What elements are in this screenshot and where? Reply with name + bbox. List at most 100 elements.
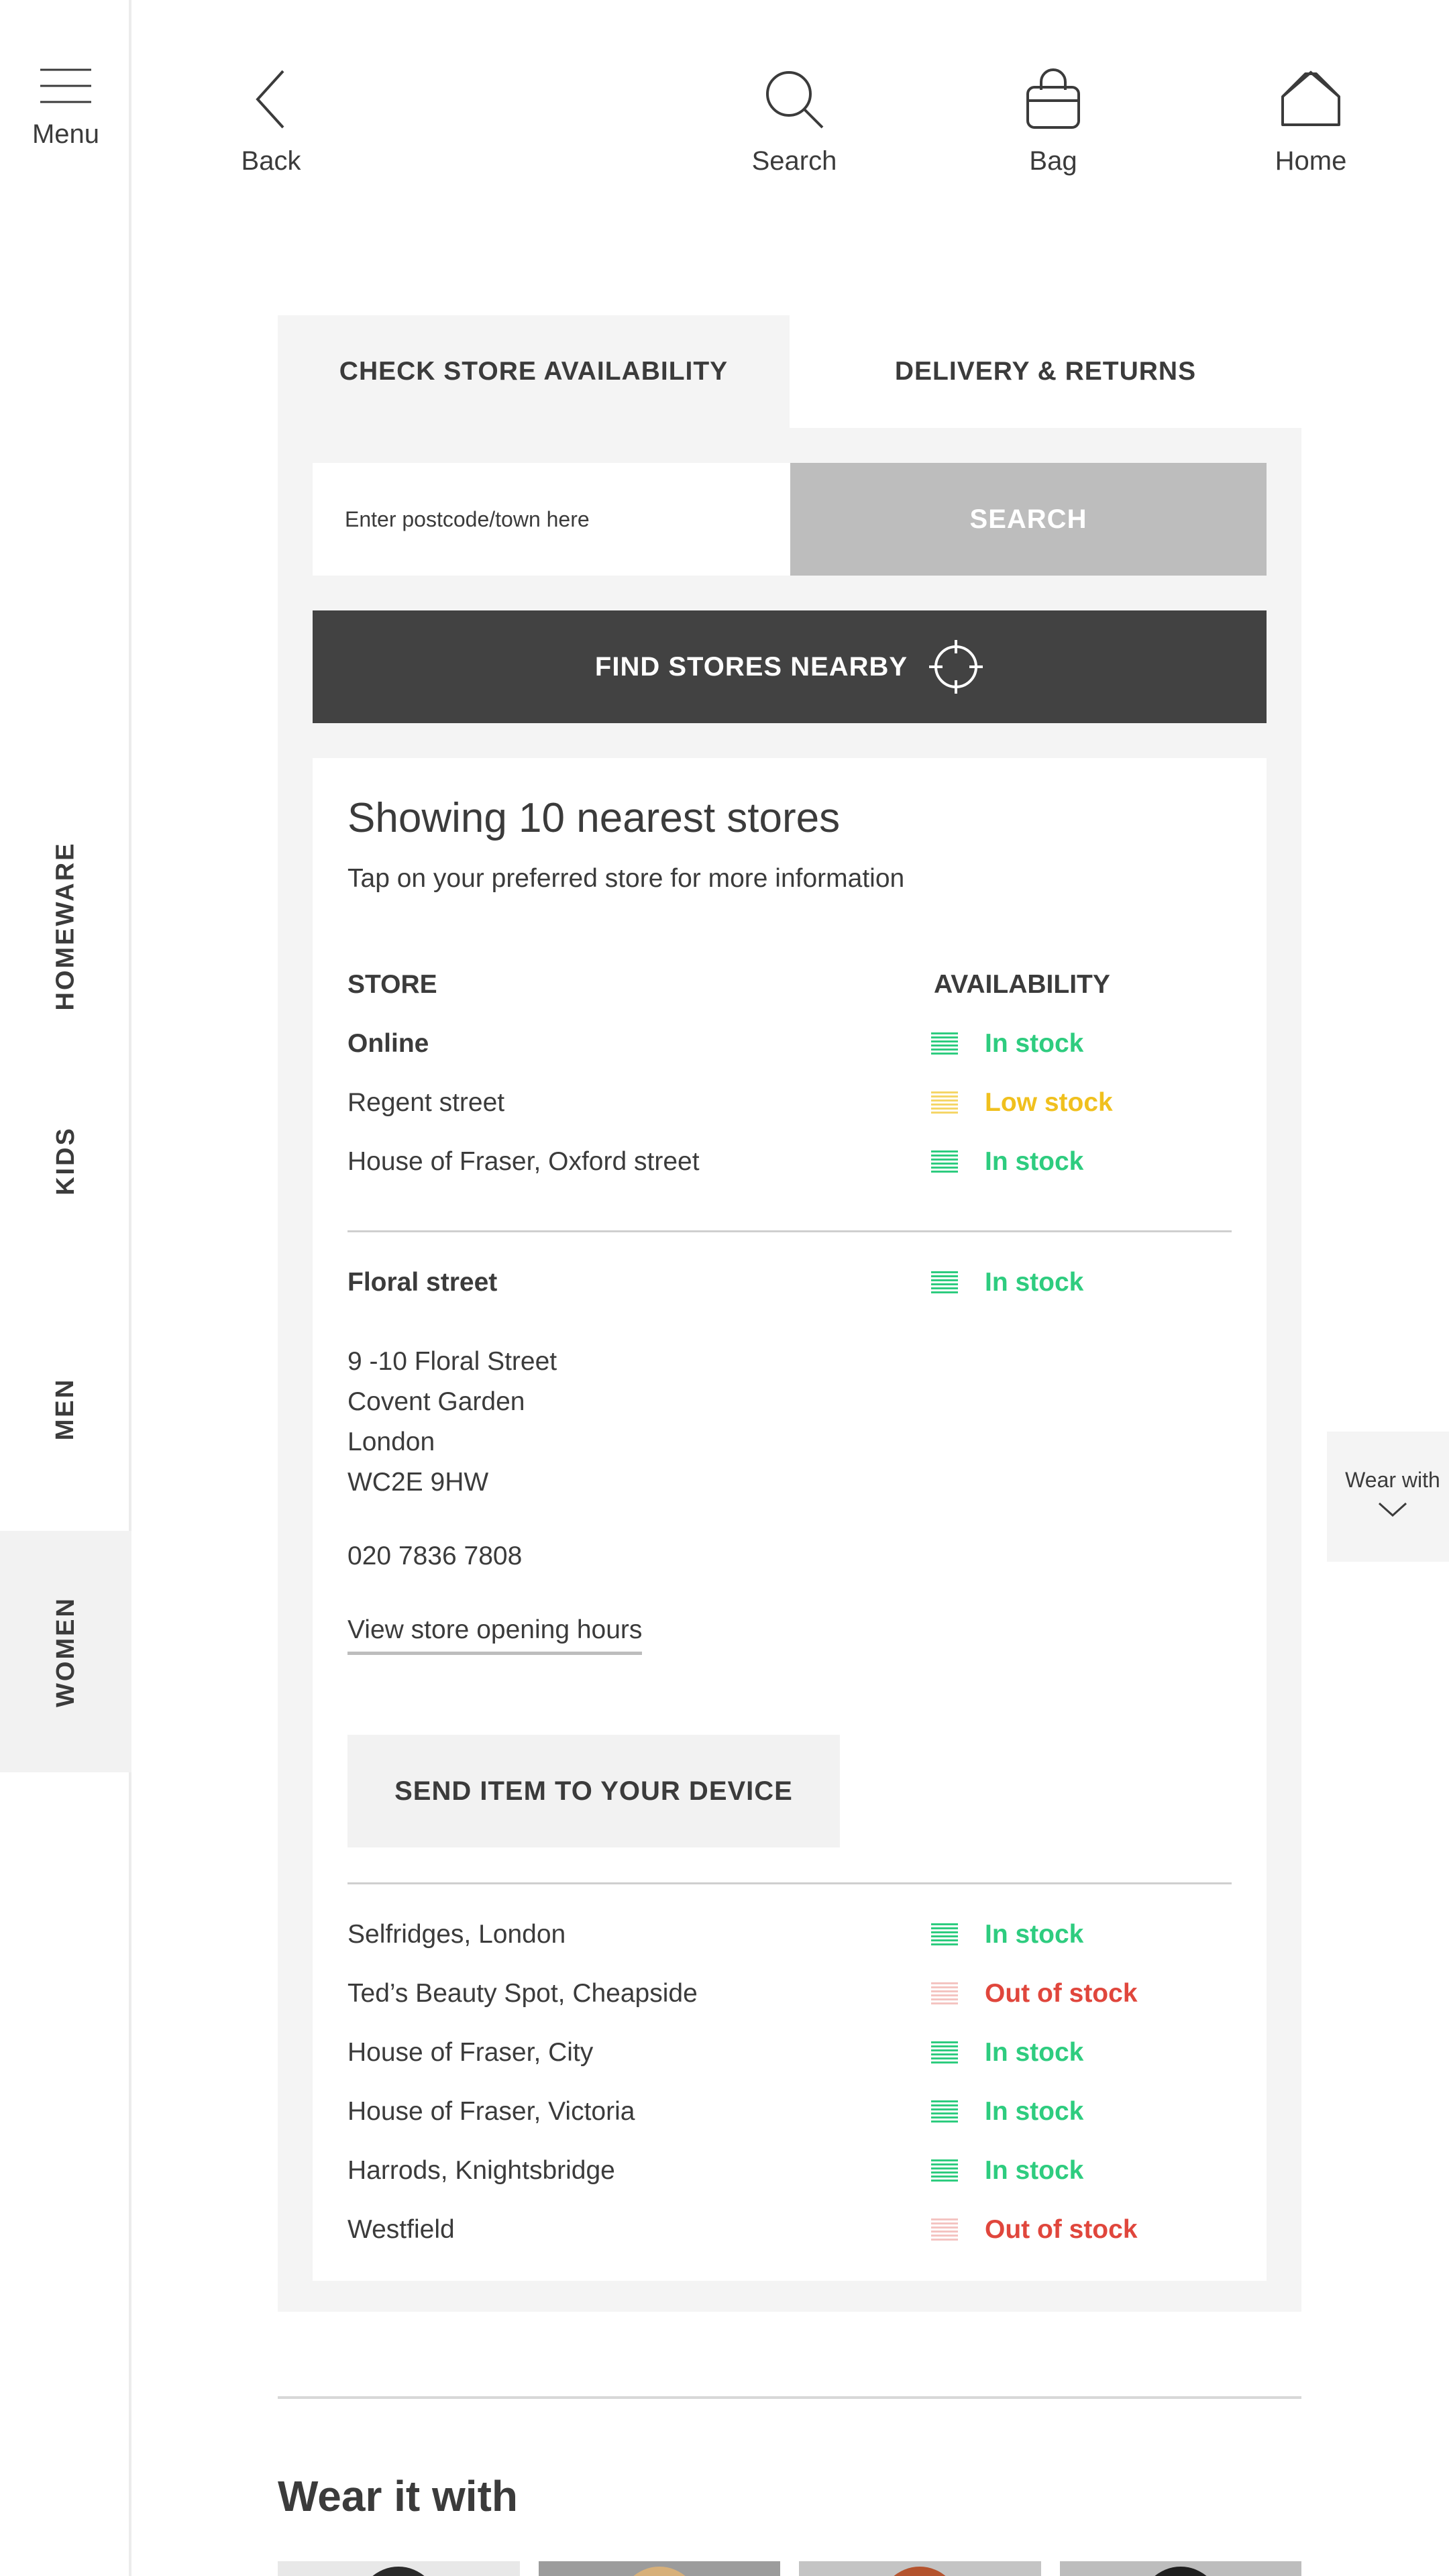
stock-bars-icon [931, 2041, 958, 2065]
rail-category-label: KIDS [51, 1126, 80, 1195]
model-photo [619, 2567, 700, 2576]
address-line: WC2E 9HW [347, 1468, 489, 1497]
model-photo [358, 2567, 439, 2576]
store-column-header: STORE [347, 970, 437, 999]
store-name: Westfield [347, 2215, 455, 2244]
shopping-bag-icon [1026, 68, 1080, 129]
house-icon [1281, 70, 1340, 126]
chevron-left-icon [256, 70, 284, 129]
send-item-to-device-button[interactable]: SEND ITEM TO YOUR DEVICE [347, 1735, 840, 1847]
stock-bars-icon [931, 1923, 958, 1947]
address-line: London [347, 1428, 435, 1456]
wear-it-with-heading: Wear it with [278, 2472, 518, 2520]
tab-delivery-returns[interactable]: DELIVERY & RETURNS [790, 315, 1301, 428]
availability-status: Low stock [931, 1088, 1113, 1118]
divider [347, 1230, 1232, 1232]
store-name: House of Fraser, Victoria [347, 2097, 635, 2126]
store-row[interactable]: Online In stock [347, 1024, 1233, 1064]
search-nav-button[interactable]: Search [720, 67, 868, 176]
rail-category-kids[interactable]: KIDS [0, 1087, 131, 1234]
stock-status-text: In stock [985, 2156, 1084, 2185]
find-stores-nearby-button[interactable]: FIND STORES NEARBY [313, 610, 1267, 723]
store-row[interactable]: Westfield Out of stock [347, 2210, 1233, 2250]
store-name: House of Fraser, City [347, 2038, 594, 2067]
product-thumbnail[interactable] [1059, 2561, 1301, 2576]
menu-button[interactable]: Menu [0, 67, 131, 150]
store-row[interactable]: Selfridges, London In stock [347, 1915, 1233, 1955]
stock-status-text: In stock [985, 1029, 1084, 1058]
store-phone[interactable]: 020 7836 7808 [347, 1536, 522, 1576]
store-name: Online [347, 1029, 429, 1058]
availability-status: In stock [931, 1268, 1083, 1297]
rail-category-men[interactable]: MEN [0, 1328, 131, 1489]
stock-bars-icon [931, 2218, 958, 2242]
store-address: 9 -10 Floral Street Covent Garden London… [347, 1342, 557, 1503]
hamburger-icon [40, 68, 91, 103]
stock-status-text: Out of stock [985, 2215, 1138, 2244]
store-name: Ted’s Beauty Spot, Cheapside [347, 1979, 698, 2008]
back-label: Back [241, 146, 301, 176]
back-button[interactable]: Back [197, 67, 345, 176]
stock-bars-icon [931, 1271, 958, 1295]
address-line: Covent Garden [347, 1387, 525, 1416]
store-row[interactable]: Regent street Low stock [347, 1083, 1233, 1123]
stock-status-text: In stock [985, 2038, 1084, 2067]
menu-label: Menu [32, 119, 100, 149]
store-row[interactable]: Ted’s Beauty Spot, Cheapside Out of stock [347, 1974, 1233, 2014]
crosshair-icon [929, 640, 983, 694]
rail-category-women[interactable]: WOMEN [0, 1531, 131, 1772]
chevron-down-icon [1378, 1502, 1407, 1517]
stock-bars-icon [931, 2100, 958, 2124]
rail-category-homeware[interactable]: HOMEWARE [0, 832, 131, 1020]
store-name: Floral street [347, 1268, 498, 1297]
store-row[interactable]: House of Fraser, Oxford street In stock [347, 1142, 1233, 1182]
view-opening-hours-link[interactable]: View store opening hours [347, 1615, 643, 1655]
product-thumbnail[interactable] [538, 2561, 780, 2576]
store-row[interactable]: Harrods, Knightsbridge In stock [347, 2151, 1233, 2191]
find-stores-nearby-label: FIND STORES NEARBY [594, 651, 908, 682]
bag-label: Bag [1029, 146, 1077, 176]
selected-store-row[interactable]: Floral street In stock [347, 1263, 1233, 1303]
stock-bars-icon [931, 1150, 958, 1174]
availability-status: In stock [931, 1147, 1083, 1177]
results-title: Showing 10 nearest stores [347, 795, 841, 841]
stock-status-text: In stock [985, 2097, 1084, 2126]
product-thumbnail[interactable] [278, 2561, 520, 2576]
search-button[interactable]: SEARCH [790, 463, 1267, 576]
divider [347, 1882, 1232, 1884]
bag-button[interactable]: Bag [979, 67, 1127, 176]
rail-category-label: WOMEN [51, 1596, 80, 1707]
stock-status-text: Low stock [985, 1088, 1113, 1117]
store-results: Showing 10 nearest stores Tap on your pr… [313, 758, 1267, 2281]
store-row[interactable]: House of Fraser, City In stock [347, 2033, 1233, 2073]
wear-with-tab[interactable]: Wear with [1327, 1432, 1449, 1562]
availability-status: Out of stock [931, 1979, 1138, 2008]
product-thumbnail[interactable] [799, 2561, 1041, 2576]
stock-status-text: Out of stock [985, 1979, 1138, 2008]
panel-tabs: CHECK STORE AVAILABILITY DELIVERY & RETU… [278, 315, 1301, 428]
availability-status: In stock [931, 1029, 1083, 1059]
postcode-search-input[interactable] [313, 463, 790, 576]
store-name: Harrods, Knightsbridge [347, 2156, 615, 2185]
store-name: Selfridges, London [347, 1920, 566, 1949]
search-nav-label: Search [751, 146, 837, 176]
model-photo [879, 2567, 961, 2576]
tab-check-store-availability[interactable]: CHECK STORE AVAILABILITY [278, 315, 790, 428]
rail-category-label: MEN [51, 1377, 80, 1440]
availability-column-header: AVAILABILITY [934, 970, 1110, 999]
rail-category-label: HOMEWARE [51, 841, 80, 1010]
results-subtitle: Tap on your preferred store for more inf… [347, 864, 905, 893]
magnifier-icon [766, 71, 824, 129]
stock-status-text: In stock [985, 1920, 1084, 1949]
model-photo [1140, 2567, 1221, 2576]
wear-it-with-carousel [278, 2561, 1301, 2576]
availability-status: In stock [931, 2156, 1083, 2186]
store-row[interactable]: House of Fraser, Victoria In stock [347, 2092, 1233, 2132]
availability-status: Out of stock [931, 2215, 1138, 2245]
wear-with-label: Wear with [1345, 1468, 1440, 1492]
home-button[interactable]: Home [1237, 67, 1385, 176]
section-divider [278, 2396, 1301, 2399]
stock-status-text: In stock [985, 1268, 1084, 1297]
availability-status: In stock [931, 2097, 1083, 2127]
availability-status: In stock [931, 1920, 1083, 1949]
